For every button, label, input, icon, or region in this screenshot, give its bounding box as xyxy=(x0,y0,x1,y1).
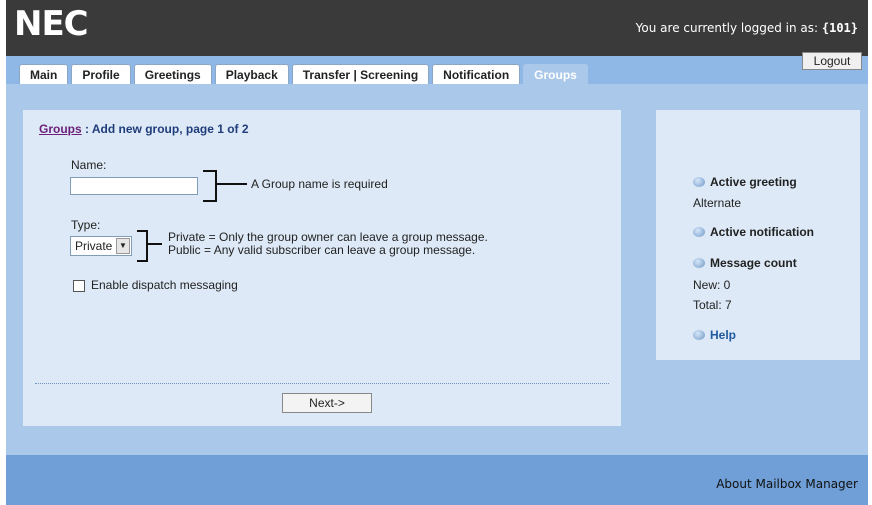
nec-logo: NEC xyxy=(14,4,89,44)
type-hint-private: Private = Only the group owner can leave… xyxy=(168,230,488,244)
tab-profile[interactable]: Profile xyxy=(71,64,131,84)
new-message-count: New: 0 xyxy=(693,278,731,292)
name-label: Name: xyxy=(71,158,107,172)
about-mailbox-manager-link[interactable]: About Mailbox Manager xyxy=(716,477,858,491)
tab-transfer-screening[interactable]: Transfer | Screening xyxy=(291,64,430,84)
name-hint: A Group name is required xyxy=(251,177,388,191)
page-title: Groups : Add new group, page 1 of 2 xyxy=(39,122,249,136)
active-greeting-title: Active greeting xyxy=(710,175,797,189)
name-bracket xyxy=(203,170,217,202)
bullet-icon xyxy=(693,258,705,268)
tab-playback[interactable]: Playback xyxy=(214,64,289,84)
tab-groups[interactable]: Groups xyxy=(523,64,588,84)
type-bracket xyxy=(137,230,148,262)
chevron-down-icon[interactable]: ▼ xyxy=(116,238,130,254)
tab-main[interactable]: Main xyxy=(19,64,69,84)
login-prefix: You are currently logged in as: xyxy=(635,21,822,35)
help-link[interactable]: Help xyxy=(710,328,736,342)
message-count-title: Message count xyxy=(710,256,797,270)
group-name-input[interactable] xyxy=(70,177,198,195)
dispatch-label: Enable dispatch messaging xyxy=(91,278,238,292)
groups-breadcrumb-link[interactable]: Groups xyxy=(39,122,82,136)
help-icon[interactable] xyxy=(693,330,705,340)
footer: About Mailbox Manager xyxy=(6,455,868,505)
group-type-value: Private xyxy=(75,239,113,253)
page-title-text: : Add new group, page 1 of 2 xyxy=(81,122,249,136)
tab-bar: Main Profile Greetings Playback Transfer… xyxy=(19,64,591,84)
tab-strip: Main Profile Greetings Playback Transfer… xyxy=(6,56,868,84)
total-message-count: Total: 7 xyxy=(693,298,732,312)
type-hint-public: Public = Any valid subscriber can leave … xyxy=(168,243,476,257)
bullet-icon xyxy=(693,227,705,237)
login-user: {101} xyxy=(821,21,858,35)
login-status: You are currently logged in as: {101} xyxy=(636,21,858,35)
tab-notification[interactable]: Notification xyxy=(432,64,521,84)
dispatch-checkbox[interactable] xyxy=(73,280,85,292)
type-label: Type: xyxy=(71,218,101,232)
group-type-select[interactable]: Private ▼ xyxy=(70,236,132,256)
top-bar: NEC You are currently logged in as: {101… xyxy=(6,0,868,56)
add-group-form: Groups : Add new group, page 1 of 2 Name… xyxy=(23,110,621,426)
active-notification-title: Active notification xyxy=(710,225,815,239)
bullet-icon xyxy=(693,177,705,187)
name-bracket-line xyxy=(217,183,247,185)
tab-greetings[interactable]: Greetings xyxy=(133,64,212,84)
logout-button[interactable]: Logout xyxy=(802,52,862,70)
type-bracket-line xyxy=(148,243,162,245)
next-button[interactable]: Next-> xyxy=(282,393,372,413)
status-sidebar: Active greeting Alternate Active notific… xyxy=(656,110,860,360)
active-greeting-value: Alternate xyxy=(693,196,742,210)
form-divider xyxy=(35,383,609,384)
app-frame: NEC You are currently logged in as: {101… xyxy=(6,0,868,505)
